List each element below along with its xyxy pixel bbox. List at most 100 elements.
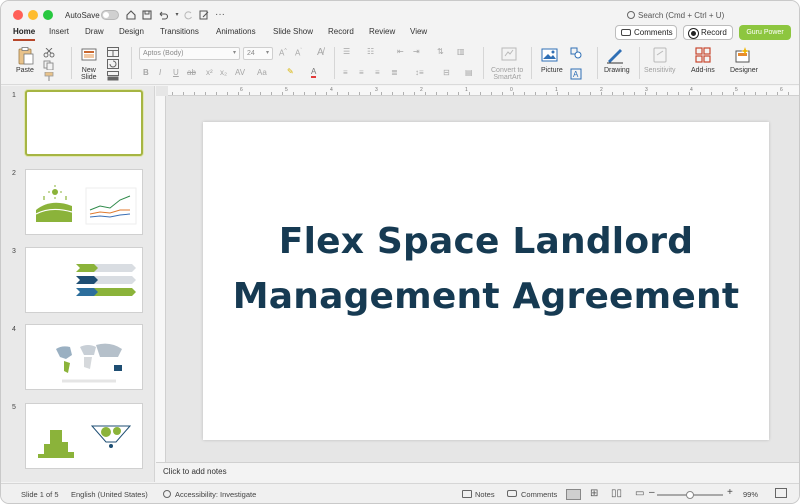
comments-button[interactable]: Comments bbox=[615, 25, 677, 40]
slide-thumbnail-1[interactable] bbox=[25, 90, 143, 156]
align-text-icon[interactable]: ⊟ bbox=[443, 68, 450, 77]
italic-icon[interactable]: I bbox=[159, 68, 161, 77]
tab-insert[interactable]: Insert bbox=[49, 27, 69, 36]
slide-sorter-icon[interactable]: ⊞ bbox=[590, 488, 598, 499]
slide-thumbnail-2[interactable] bbox=[25, 169, 143, 235]
decrease-font-icon[interactable]: Aˇ bbox=[295, 48, 302, 58]
font-color-icon[interactable]: A bbox=[311, 67, 317, 78]
numbering-icon[interactable]: ☷ bbox=[367, 47, 374, 56]
zoom-slider[interactable] bbox=[657, 491, 723, 499]
accessibility-status[interactable]: Accessibility: Investigate bbox=[175, 490, 256, 499]
subscript-icon[interactable]: x₂ bbox=[220, 68, 227, 77]
smartart-icon[interactable] bbox=[500, 46, 518, 62]
tab-transitions[interactable]: Transitions bbox=[160, 27, 199, 36]
cut-icon[interactable] bbox=[43, 47, 55, 58]
align-left-icon[interactable]: ≡ bbox=[343, 68, 348, 77]
horizontal-ruler[interactable]: 6543210123456 bbox=[168, 86, 799, 96]
ruler-number: 5 bbox=[285, 87, 288, 93]
more-options-icon[interactable]: ··· bbox=[214, 9, 226, 21]
sensitivity-icon[interactable] bbox=[652, 46, 668, 64]
zoom-in-icon[interactable]: + bbox=[727, 487, 733, 498]
copy-icon[interactable] bbox=[43, 60, 55, 71]
layout-icon[interactable] bbox=[107, 47, 119, 57]
new-slide-icon[interactable] bbox=[81, 46, 97, 64]
superscript-icon[interactable]: x² bbox=[206, 68, 213, 77]
tab-view[interactable]: View bbox=[410, 27, 427, 36]
drawing-icon[interactable] bbox=[605, 46, 625, 64]
fit-to-window-icon[interactable] bbox=[775, 488, 787, 498]
undo-icon[interactable] bbox=[157, 9, 169, 21]
bullets-icon[interactable]: ☰ bbox=[343, 47, 350, 56]
font-size-select[interactable]: 24 ▾ bbox=[243, 47, 273, 60]
font-name-select[interactable]: Aptos (Body) ▾ bbox=[139, 47, 240, 60]
record-button[interactable]: Record bbox=[683, 25, 733, 40]
zoom-level[interactable]: 99% bbox=[743, 490, 758, 499]
slide-thumbnail-4[interactable] bbox=[25, 324, 143, 390]
tab-slide-show[interactable]: Slide Show bbox=[273, 27, 313, 36]
text-box-icon[interactable]: A bbox=[570, 68, 582, 80]
slide-thumbnail-5[interactable] bbox=[25, 403, 143, 469]
justify-icon[interactable]: ≣ bbox=[391, 68, 398, 77]
sensitivity-label: Sensitivity bbox=[644, 67, 676, 74]
customize-icon[interactable] bbox=[198, 9, 210, 21]
align-center-icon[interactable]: ≡ bbox=[359, 68, 364, 77]
align-right-icon[interactable]: ≡ bbox=[375, 68, 380, 77]
slide-thumbnail-3[interactable] bbox=[25, 247, 143, 313]
paragraph-settings-icon[interactable]: ▤ bbox=[465, 68, 473, 77]
zoom-slider-knob[interactable] bbox=[686, 491, 694, 499]
columns-icon[interactable]: ▥ bbox=[457, 47, 465, 56]
thumb-number: 5 bbox=[12, 404, 16, 411]
vertical-ruler[interactable] bbox=[156, 96, 166, 462]
clear-formatting-icon[interactable]: A̸ bbox=[317, 47, 324, 58]
ruler-tick bbox=[766, 92, 767, 95]
increase-font-icon[interactable]: A^ bbox=[279, 48, 287, 58]
tab-draw[interactable]: Draw bbox=[85, 27, 104, 36]
reset-icon[interactable] bbox=[107, 59, 119, 69]
character-spacing-icon[interactable]: AV bbox=[235, 68, 245, 77]
tab-design[interactable]: Design bbox=[119, 27, 144, 36]
picture-icon[interactable] bbox=[541, 47, 559, 63]
designer-label: Designer bbox=[730, 67, 759, 74]
current-slide[interactable]: Flex Space Landlord Management Agreement bbox=[203, 122, 769, 440]
reading-view-icon[interactable]: ▯▯ bbox=[611, 488, 622, 499]
underline-icon[interactable]: U bbox=[173, 68, 179, 77]
tab-animations[interactable]: Animations bbox=[216, 27, 256, 36]
tab-review[interactable]: Review bbox=[369, 27, 395, 36]
notes-pane[interactable]: Click to add notes bbox=[156, 462, 799, 482]
search-box[interactable]: Search (Cmd + Ctrl + U) bbox=[627, 11, 724, 20]
notes-toggle[interactable]: Notes bbox=[475, 490, 495, 499]
ruler-tick bbox=[205, 92, 206, 95]
zoom-window-button[interactable] bbox=[43, 10, 53, 20]
close-window-button[interactable] bbox=[13, 10, 23, 20]
highlight-icon[interactable]: ✎ bbox=[287, 67, 294, 76]
format-painter-icon[interactable] bbox=[43, 71, 55, 82]
bold-icon[interactable]: B bbox=[143, 68, 149, 77]
text-direction-icon[interactable]: ⇅ bbox=[437, 47, 444, 56]
strikethrough-icon[interactable]: ab bbox=[187, 68, 196, 77]
shapes-icon[interactable] bbox=[570, 47, 582, 59]
minimize-window-button[interactable] bbox=[28, 10, 38, 20]
ribbon-divider bbox=[483, 47, 484, 79]
change-case-icon[interactable]: Aa bbox=[257, 68, 267, 77]
redo-icon[interactable] bbox=[182, 9, 194, 21]
add-ins-icon[interactable] bbox=[694, 46, 712, 64]
decrease-indent-icon[interactable]: ⇤ bbox=[397, 47, 404, 56]
increase-indent-icon[interactable]: ⇥ bbox=[413, 47, 420, 56]
normal-view-icon[interactable] bbox=[566, 489, 581, 500]
zoom-out-icon[interactable]: – bbox=[649, 487, 655, 498]
slide-show-icon[interactable]: ▭ bbox=[635, 488, 644, 499]
guru-power-button[interactable]: Guru Power bbox=[739, 25, 791, 40]
comments-toggle[interactable]: Comments bbox=[521, 490, 557, 499]
tab-record[interactable]: Record bbox=[328, 27, 354, 36]
save-icon[interactable] bbox=[141, 9, 153, 21]
paste-icon[interactable] bbox=[15, 46, 37, 66]
slide-title[interactable]: Flex Space Landlord Management Agreement bbox=[203, 214, 769, 324]
autosave-toggle[interactable] bbox=[101, 10, 119, 20]
line-spacing-icon[interactable]: ↕≡ bbox=[415, 68, 424, 77]
section-icon[interactable] bbox=[107, 71, 119, 81]
drawing-label: Drawing bbox=[604, 67, 630, 74]
tab-home[interactable]: Home bbox=[13, 27, 36, 41]
designer-icon[interactable] bbox=[733, 46, 753, 64]
language-indicator[interactable]: English (United States) bbox=[71, 490, 148, 499]
home-icon[interactable] bbox=[125, 9, 137, 21]
